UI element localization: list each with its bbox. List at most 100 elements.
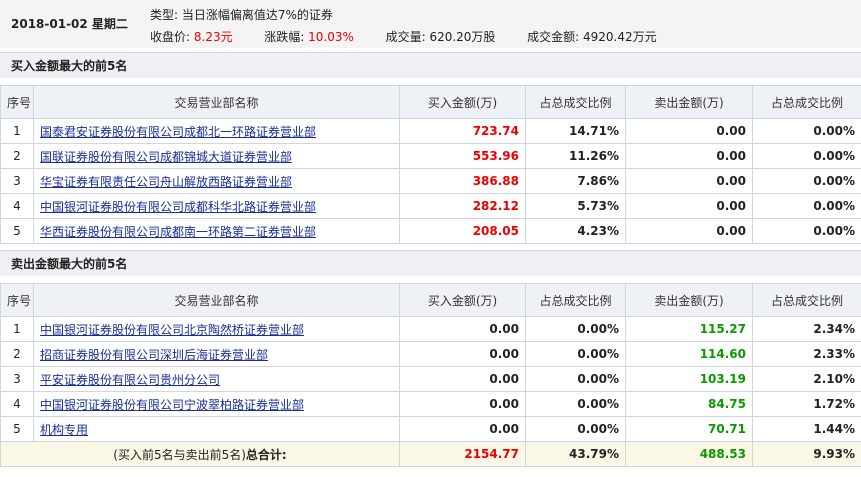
- buy-pct: 0.00%: [525, 366, 626, 392]
- total-row: (买入前5名与卖出前5名)总合计: 2154.77 43.79% 488.53 …: [0, 441, 861, 467]
- total-label: (买入前5名与卖出前5名)总合计:: [0, 441, 400, 467]
- table-row: 1 中国银河证券股份有限公司北京陶然桥证券营业部 0.00 0.00% 115.…: [0, 316, 861, 342]
- sell-pct: 0.00%: [752, 193, 861, 219]
- buy-amount: 0.00: [399, 341, 526, 367]
- table-row: 4 中国银河证券股份有限公司成都科华北路证券营业部 282.12 5.73% 0…: [0, 193, 861, 219]
- buy-pct: 0.00%: [525, 341, 626, 367]
- buy-pct: 11.26%: [525, 143, 626, 169]
- buy-amount: 553.96: [399, 143, 526, 169]
- sell-top5-table: 序号 交易营业部名称 买入金额(万) 占总成交比例 卖出金额(万) 占总成交比例…: [0, 283, 861, 467]
- broker-name-cell: 中国银河证券股份有限公司北京陶然桥证券营业部: [33, 316, 400, 342]
- broker-name-cell: 华西证券股份有限公司成都南一环路第二证券营业部: [33, 218, 400, 244]
- col-header-no: 序号: [0, 283, 34, 317]
- col-header-sell: 卖出金额(万): [625, 85, 753, 119]
- broker-link[interactable]: 招商证券股份有限公司深圳后海证券营业部: [40, 348, 268, 362]
- row-no: 1: [0, 118, 34, 144]
- sell-amount: 0.00: [625, 218, 753, 244]
- row-no: 4: [0, 391, 34, 417]
- row-no: 1: [0, 316, 34, 342]
- buy-amount: 0.00: [399, 316, 526, 342]
- sell-amount: 0.00: [625, 193, 753, 219]
- broker-link[interactable]: 国泰君安证券股份有限公司成都北一环路证券营业部: [40, 125, 316, 139]
- broker-name-cell: 平安证券股份有限公司贵州分公司: [33, 366, 400, 392]
- table-header-row: 序号 交易营业部名称 买入金额(万) 占总成交比例 卖出金额(万) 占总成交比例: [0, 85, 861, 119]
- sell-amount: 84.75: [625, 391, 753, 417]
- broker-name-cell: 华宝证券有限责任公司舟山解放西路证券营业部: [33, 168, 400, 194]
- row-no: 2: [0, 143, 34, 169]
- buy-amount: 723.74: [399, 118, 526, 144]
- col-header-buy-pct: 占总成交比例: [525, 85, 626, 119]
- row-no: 5: [0, 416, 34, 442]
- col-header-buy: 买入金额(万): [399, 85, 526, 119]
- broker-link[interactable]: 中国银河证券股份有限公司成都科华北路证券营业部: [40, 200, 316, 214]
- type-line: 类型: 当日涨幅偏离值达7%的证券: [150, 6, 333, 23]
- sell-pct: 0.00%: [752, 118, 861, 144]
- buy-pct: 0.00%: [525, 316, 626, 342]
- table-header-row: 序号 交易营业部名称 买入金额(万) 占总成交比例 卖出金额(万) 占总成交比例: [0, 283, 861, 317]
- broker-link[interactable]: 中国银河证券股份有限公司宁波翠柏路证券营业部: [40, 398, 304, 412]
- buy-amount: 0.00: [399, 391, 526, 417]
- buy-pct: 0.00%: [525, 391, 626, 417]
- type-label: 类型:: [150, 8, 179, 22]
- total-label-prefix: (买入前5名与卖出前5名): [113, 447, 246, 462]
- row-no: 2: [0, 341, 34, 367]
- sell-section-title: 卖出金额最大的前5名: [0, 250, 861, 276]
- total-buy-pct: 43.79%: [525, 441, 626, 467]
- quote-line: 收盘价: 8.23元 涨跌幅: 10.03% 成交量: 620.20万股 成交金…: [150, 28, 657, 45]
- table-row: 1 国泰君安证券股份有限公司成都北一环路证券营业部 723.74 14.71% …: [0, 118, 861, 144]
- col-header-sell-pct: 占总成交比例: [752, 283, 861, 317]
- broker-link[interactable]: 华宝证券有限责任公司舟山解放西路证券营业部: [40, 175, 292, 189]
- broker-name-cell: 机构专用: [33, 416, 400, 442]
- broker-link[interactable]: 国联证券股份有限公司成都锦城大道证券营业部: [40, 150, 292, 164]
- change-label: 涨跌幅:: [264, 30, 305, 44]
- table-row: 2 招商证券股份有限公司深圳后海证券营业部 0.00 0.00% 114.60 …: [0, 341, 861, 367]
- sell-pct: 1.72%: [752, 391, 861, 417]
- col-header-sell-pct: 占总成交比例: [752, 85, 861, 119]
- sell-amount: 115.27: [625, 316, 753, 342]
- stock-info-header: 2018-01-02 星期二 类型: 当日涨幅偏离值达7%的证券 收盘价: 8.…: [0, 0, 861, 48]
- col-header-sell: 卖出金额(万): [625, 283, 753, 317]
- row-no: 4: [0, 193, 34, 219]
- broker-link[interactable]: 中国银河证券股份有限公司北京陶然桥证券营业部: [40, 323, 304, 337]
- broker-name-cell: 国联证券股份有限公司成都锦城大道证券营业部: [33, 143, 400, 169]
- broker-link[interactable]: 华西证券股份有限公司成都南一环路第二证券营业部: [40, 225, 316, 239]
- sell-pct: 0.00%: [752, 143, 861, 169]
- broker-name-cell: 中国银河证券股份有限公司成都科华北路证券营业部: [33, 193, 400, 219]
- broker-link[interactable]: 机构专用: [40, 423, 88, 437]
- buy-pct: 14.71%: [525, 118, 626, 144]
- change-value: 10.03%: [308, 30, 354, 44]
- col-header-name: 交易营业部名称: [33, 283, 400, 317]
- amount-value: 4920.42万元: [582, 30, 657, 44]
- col-header-buy: 买入金额(万): [399, 283, 526, 317]
- row-no: 3: [0, 168, 34, 194]
- buy-pct: 5.73%: [525, 193, 626, 219]
- total-sell-amount: 488.53: [625, 441, 753, 467]
- buy-amount: 0.00: [399, 366, 526, 392]
- table-row: 3 华宝证券有限责任公司舟山解放西路证券营业部 386.88 7.86% 0.0…: [0, 168, 861, 194]
- close-label: 收盘价:: [150, 30, 191, 44]
- buy-pct: 7.86%: [525, 168, 626, 194]
- broker-name-cell: 招商证券股份有限公司深圳后海证券营业部: [33, 341, 400, 367]
- sell-pct: 1.44%: [752, 416, 861, 442]
- total-buy-amount: 2154.77: [399, 441, 526, 467]
- buy-pct: 4.23%: [525, 218, 626, 244]
- amount-label: 成交金额:: [527, 30, 580, 44]
- row-no: 3: [0, 366, 34, 392]
- sell-pct: 2.33%: [752, 341, 861, 367]
- buy-pct: 0.00%: [525, 416, 626, 442]
- buy-amount: 282.12: [399, 193, 526, 219]
- buy-amount: 0.00: [399, 416, 526, 442]
- broker-link[interactable]: 平安证券股份有限公司贵州分公司: [40, 373, 220, 387]
- sell-amount: 103.19: [625, 366, 753, 392]
- sell-pct: 2.10%: [752, 366, 861, 392]
- volume-value: 620.20万股: [429, 30, 496, 44]
- buy-amount: 386.88: [399, 168, 526, 194]
- close-value: 8.23元: [193, 30, 233, 44]
- sell-amount: 114.60: [625, 341, 753, 367]
- table-row: 2 国联证券股份有限公司成都锦城大道证券营业部 553.96 11.26% 0.…: [0, 143, 861, 169]
- sell-amount: 0.00: [625, 118, 753, 144]
- total-label-bold: 总合计:: [245, 447, 287, 462]
- buy-amount: 208.05: [399, 218, 526, 244]
- page: 2018-01-02 星期二 类型: 当日涨幅偏离值达7%的证券 收盘价: 8.…: [0, 0, 861, 477]
- table-row: 3 平安证券股份有限公司贵州分公司 0.00 0.00% 103.19 2.10…: [0, 366, 861, 392]
